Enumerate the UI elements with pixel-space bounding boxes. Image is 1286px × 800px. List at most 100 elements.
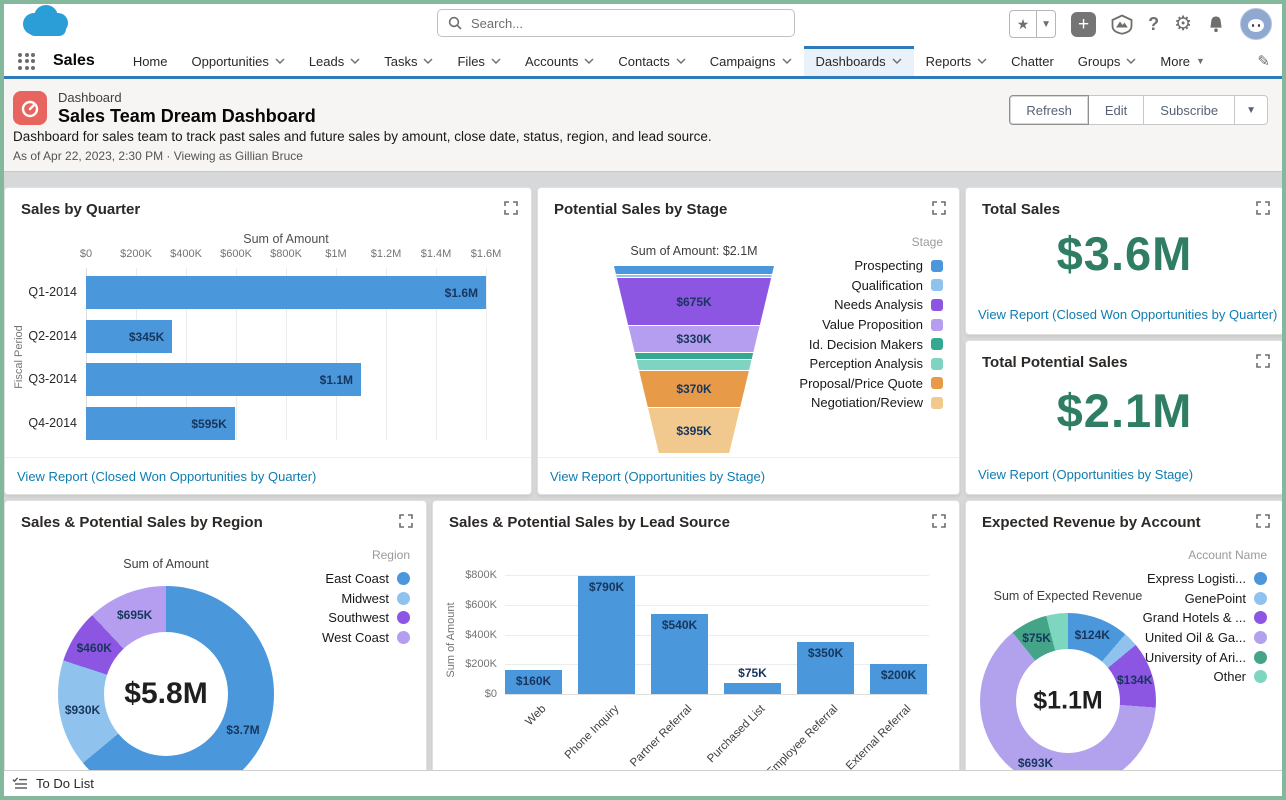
chevron-down-icon bbox=[1126, 58, 1136, 64]
expand-icon[interactable] bbox=[1256, 201, 1270, 215]
more-actions-caret-icon[interactable]: ▼ bbox=[1235, 95, 1268, 125]
chevron-down-icon bbox=[782, 58, 792, 64]
chevron-down-icon bbox=[275, 58, 285, 64]
legend-swatch bbox=[931, 260, 943, 272]
nav-tab-leads[interactable]: Leads bbox=[297, 46, 372, 76]
legend-label: University of Ari... bbox=[1145, 650, 1246, 665]
help-icon[interactable]: ? bbox=[1148, 14, 1159, 35]
view-report-link[interactable]: View Report (Closed Won Opportunities by… bbox=[17, 469, 316, 484]
expand-icon[interactable] bbox=[1256, 514, 1270, 528]
nav-tab-home[interactable]: Home bbox=[121, 46, 180, 76]
edit-button[interactable]: Edit bbox=[1089, 95, 1144, 125]
setup-gear-icon[interactable]: ⚙ bbox=[1174, 14, 1192, 34]
widget-footer: View Report (Opportunities by Stage) bbox=[538, 457, 959, 494]
legend-label: Express Logisti... bbox=[1147, 571, 1246, 586]
nav-tab-label: Dashboards bbox=[816, 54, 886, 69]
nav-tab-tasks[interactable]: Tasks bbox=[372, 46, 445, 76]
notifications-bell-icon[interactable] bbox=[1207, 15, 1225, 34]
metric-value: $2.1M bbox=[966, 383, 1283, 438]
funnel-chart-title: Sum of Amount: $2.1M bbox=[564, 244, 824, 258]
nav-tab-reports[interactable]: Reports bbox=[914, 46, 1000, 76]
slice-value-label: $3.7M bbox=[226, 723, 259, 737]
bar-value-label: $160K bbox=[499, 674, 568, 688]
todo-list-bar[interactable]: To Do List bbox=[0, 770, 1286, 796]
salesforce-cloud-logo-icon[interactable] bbox=[16, 2, 74, 49]
global-search[interactable] bbox=[437, 9, 795, 37]
funnel-segment-qualification[interactable] bbox=[614, 275, 774, 277]
widget-title: Total Sales bbox=[982, 201, 1060, 218]
gridline bbox=[505, 575, 929, 576]
bar-value-label: $75K bbox=[718, 666, 787, 680]
legend-swatch bbox=[931, 279, 943, 291]
favorites-caret-icon[interactable]: ▼ bbox=[1036, 11, 1055, 37]
refresh-button[interactable]: Refresh bbox=[1009, 95, 1089, 125]
global-add-icon[interactable]: + bbox=[1071, 12, 1096, 37]
nav-tab-dashboards[interactable]: Dashboards bbox=[804, 46, 914, 76]
value-axis-title: Sum of Amount bbox=[445, 598, 457, 682]
view-report-link[interactable]: View Report (Opportunities by Stage) bbox=[550, 469, 765, 484]
funnel-segment-negotiation-review[interactable]: $395K bbox=[614, 408, 774, 453]
favorites-star-icon[interactable]: ★ bbox=[1010, 11, 1036, 37]
expand-icon[interactable] bbox=[504, 201, 518, 215]
axis-tick: $1.6M bbox=[461, 248, 511, 260]
funnel-segment-perception-analysis[interactable] bbox=[614, 360, 774, 370]
nav-tab-opportunities[interactable]: Opportunities bbox=[180, 46, 297, 76]
widget-title: Potential Sales by Stage bbox=[554, 201, 727, 218]
legend-label: Other bbox=[1213, 669, 1246, 684]
legend-swatch bbox=[397, 592, 410, 605]
card-potential-sales-by-stage: Potential Sales by Stage Sum of Amount: … bbox=[537, 187, 960, 495]
expand-icon[interactable] bbox=[932, 201, 946, 215]
trailhead-guidance-icon[interactable] bbox=[1111, 14, 1133, 35]
user-avatar[interactable] bbox=[1240, 8, 1272, 40]
legend-label: Needs Analysis bbox=[834, 297, 923, 312]
nav-tab-accounts[interactable]: Accounts bbox=[513, 46, 606, 76]
gridline bbox=[505, 635, 929, 636]
expand-icon[interactable] bbox=[932, 514, 946, 528]
nav-tab-files[interactable]: Files bbox=[445, 46, 512, 76]
legend-label: East Coast bbox=[325, 571, 389, 586]
bar-category-label: Q1-2014 bbox=[5, 285, 77, 299]
legend-swatch bbox=[397, 572, 410, 585]
axis-tick: $200K bbox=[457, 658, 497, 670]
funnel-segment-proposal-price-quote[interactable]: $370K bbox=[614, 371, 774, 407]
app-launcher-icon[interactable] bbox=[18, 53, 35, 70]
funnel-segment-id-decision-makers[interactable] bbox=[614, 353, 774, 359]
edit-navigation-pencil-icon[interactable]: ✎ bbox=[1257, 52, 1270, 70]
legend-swatch bbox=[931, 358, 943, 370]
legend-label: Proposal/Price Quote bbox=[799, 376, 923, 391]
legend-label: Id. Decision Makers bbox=[809, 337, 923, 352]
legend-swatch bbox=[397, 611, 410, 624]
nav-tab-groups[interactable]: Groups bbox=[1066, 46, 1149, 76]
axis-tick: $1M bbox=[311, 248, 361, 260]
legend-item-other: Other bbox=[1213, 667, 1267, 687]
legend-swatch bbox=[397, 631, 410, 644]
donut-chart-title: Sum of Amount bbox=[56, 557, 276, 571]
legend-label: Value Proposition bbox=[822, 317, 923, 332]
view-report-link[interactable]: View Report (Opportunities by Stage) bbox=[978, 467, 1193, 482]
chevron-down-icon bbox=[977, 58, 987, 64]
legend-swatch bbox=[931, 397, 943, 409]
nav-tab-more[interactable]: More ▼ bbox=[1148, 46, 1217, 76]
search-input[interactable] bbox=[469, 15, 784, 32]
app-name[interactable]: Sales bbox=[53, 52, 95, 70]
legend-swatch bbox=[1254, 592, 1267, 605]
legend-title: Account Name bbox=[1188, 548, 1267, 562]
nav-tab-label: Chatter bbox=[1011, 54, 1054, 69]
nav-tab-contacts[interactable]: Contacts bbox=[606, 46, 697, 76]
expand-icon[interactable] bbox=[399, 514, 413, 528]
nav-tab-campaigns[interactable]: Campaigns bbox=[698, 46, 804, 76]
bar-value-label: $345K bbox=[110, 330, 164, 344]
nav-tab-label: More bbox=[1160, 54, 1190, 69]
funnel-segment-value-proposition[interactable]: $330K bbox=[614, 326, 774, 352]
view-report-link[interactable]: View Report (Closed Won Opportunities by… bbox=[978, 307, 1277, 322]
expand-icon[interactable] bbox=[1256, 354, 1270, 368]
funnel-segment-needs-analysis[interactable]: $675K bbox=[614, 278, 774, 325]
nav-divider bbox=[0, 76, 1286, 79]
subscribe-button[interactable]: Subscribe bbox=[1144, 95, 1235, 125]
caret-down-icon: ▼ bbox=[1196, 56, 1205, 66]
nav-tab-chatter[interactable]: Chatter bbox=[999, 46, 1066, 76]
funnel-segment-prospecting[interactable] bbox=[614, 266, 774, 274]
bar-purchased-list[interactable] bbox=[724, 683, 781, 694]
page-title: Sales Team Dream Dashboard bbox=[58, 106, 316, 127]
search-icon bbox=[448, 16, 462, 30]
